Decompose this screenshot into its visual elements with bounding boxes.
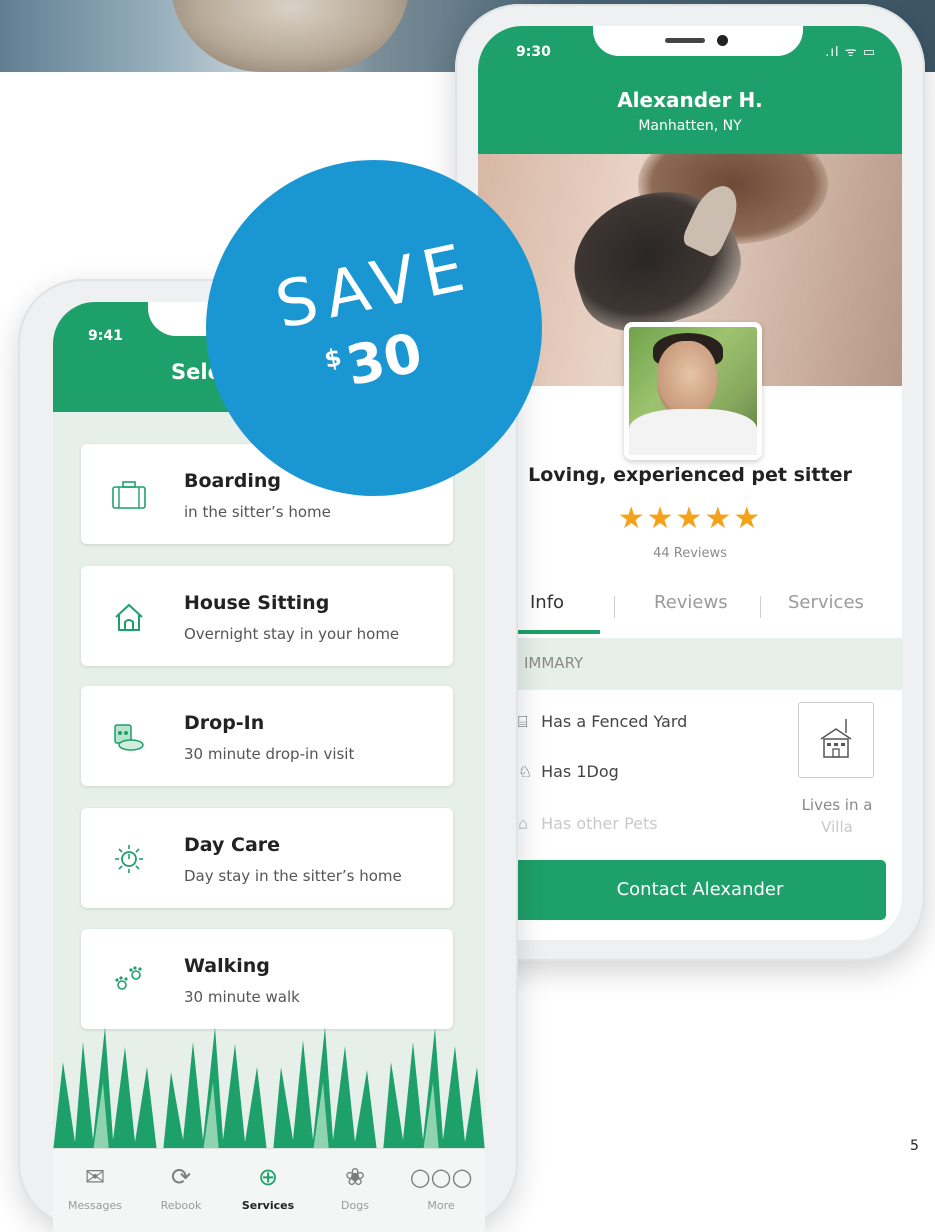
badge-amount-value: 30 bbox=[340, 320, 428, 398]
service-card-day-care[interactable]: Day Care Day stay in the sitter’s home bbox=[81, 808, 453, 908]
tab-label: Services bbox=[241, 1199, 295, 1212]
home-type-card bbox=[798, 702, 874, 778]
service-title: Walking bbox=[184, 955, 270, 977]
paw-icon: ❀ bbox=[344, 1163, 366, 1191]
home-type-line2: Villa bbox=[821, 818, 853, 836]
envelope-icon: ✉ bbox=[84, 1163, 106, 1191]
home-type-label: Lives in a Villa bbox=[778, 794, 896, 838]
dog-photo-fragment bbox=[170, 0, 410, 72]
tab-services[interactable]: ⊕ Services bbox=[228, 1159, 308, 1212]
sitter-name: Alexander H. bbox=[617, 88, 763, 112]
service-subtitle: Overnight stay in your home bbox=[184, 625, 400, 643]
pets-icon: ⌂ bbox=[518, 814, 529, 833]
paw-prints-icon bbox=[115, 966, 142, 990]
status-time: 9:41 bbox=[88, 328, 123, 344]
service-card-house-sitting[interactable]: House Sitting Overnight stay in your hom… bbox=[81, 566, 453, 666]
profile-screen: 9:30 .ıl ᯤ ▭ Alexander H. Manhatten, NY … bbox=[478, 26, 902, 940]
refresh-icon: ⟳ bbox=[170, 1163, 192, 1191]
feature-label: Has 1Dog bbox=[541, 762, 619, 781]
status-time: 9:30 bbox=[516, 44, 551, 60]
reviews-count[interactable]: 44 Reviews bbox=[478, 546, 902, 561]
feature-label: Has other Pets bbox=[541, 814, 658, 833]
house-icon bbox=[115, 603, 143, 631]
phone-notch bbox=[593, 26, 803, 56]
sitter-location: Manhatten, NY bbox=[638, 118, 742, 134]
service-card-drop-in[interactable]: Drop-In 30 minute drop-in visit bbox=[81, 686, 453, 786]
tab-divider bbox=[614, 596, 615, 618]
avatar[interactable] bbox=[624, 322, 762, 460]
tab-label: Messages bbox=[68, 1199, 122, 1212]
tab-dogs[interactable]: ❀ Dogs bbox=[315, 1159, 395, 1212]
contact-button[interactable]: Contact Alexander bbox=[514, 860, 886, 920]
tab-services[interactable]: Services bbox=[788, 592, 864, 613]
badge-currency: $ bbox=[321, 343, 344, 374]
service-subtitle: 30 minute drop-in visit bbox=[184, 745, 355, 763]
profile-header: 9:30 .ıl ᯤ ▭ Alexander H. Manhatten, NY bbox=[478, 26, 902, 154]
tab-rebook[interactable]: ⟳ Rebook bbox=[141, 1159, 221, 1212]
tab-info[interactable]: Info bbox=[530, 592, 564, 613]
service-subtitle: in the sitter’s home bbox=[184, 503, 331, 521]
suitcase-icon bbox=[112, 481, 146, 509]
service-subtitle: 30 minute walk bbox=[184, 988, 300, 1006]
grass-decoration bbox=[53, 1027, 485, 1152]
plus-circle-icon: ⊕ bbox=[257, 1163, 279, 1191]
page-number: 5 bbox=[910, 1138, 919, 1154]
feature-dogs: ♘ Has 1Dog bbox=[518, 762, 619, 781]
status-icons: .ıl ᯤ ▭ bbox=[825, 45, 876, 60]
service-title: House Sitting bbox=[184, 592, 330, 614]
tab-messages[interactable]: ✉ Messages bbox=[55, 1159, 135, 1212]
sitter-tagline: Loving, experienced pet sitter bbox=[528, 464, 852, 486]
feature-label: Has a Fenced Yard bbox=[541, 712, 688, 731]
tab-reviews[interactable]: Reviews bbox=[654, 592, 728, 613]
tab-more[interactable]: ○○○ More bbox=[401, 1159, 481, 1212]
service-card-walking[interactable]: Walking 30 minute walk bbox=[81, 929, 453, 1029]
tab-label: Rebook bbox=[160, 1199, 202, 1212]
service-title: Boarding bbox=[184, 470, 281, 492]
service-subtitle: Day stay in the sitter’s home bbox=[184, 867, 402, 885]
food-can-icon bbox=[114, 724, 144, 751]
tab-label: More bbox=[427, 1199, 455, 1212]
save-badge: SAVE $30 bbox=[206, 160, 542, 496]
home-type-line1: Lives in a bbox=[801, 796, 873, 814]
service-title: Drop-In bbox=[184, 712, 265, 734]
feature-fenced-yard: ⌸ Has a Fenced Yard bbox=[518, 712, 687, 732]
bottom-tab-bar: ✉ Messages ⟳ Rebook ⊕ Services ❀ Dogs ○○… bbox=[53, 1148, 485, 1232]
ellipsis-icon: ○○○ bbox=[409, 1163, 473, 1191]
service-title: Day Care bbox=[184, 834, 281, 856]
feature-other-pets: ⌂ Has other Pets bbox=[518, 814, 658, 833]
fence-icon: ⌸ bbox=[518, 712, 528, 731]
dog-icon: ♘ bbox=[518, 762, 533, 781]
active-tab-indicator bbox=[518, 630, 600, 634]
star-rating: ★★★★★ bbox=[617, 501, 763, 536]
summary-section-header: IMMARY bbox=[518, 638, 902, 690]
tab-divider bbox=[760, 596, 761, 618]
profile-tabs: Info Reviews Services bbox=[518, 586, 902, 636]
summary-label: IMMARY bbox=[524, 654, 584, 672]
house-icon bbox=[820, 719, 852, 758]
tab-label: Dogs bbox=[341, 1199, 369, 1212]
sun-icon bbox=[115, 845, 143, 873]
